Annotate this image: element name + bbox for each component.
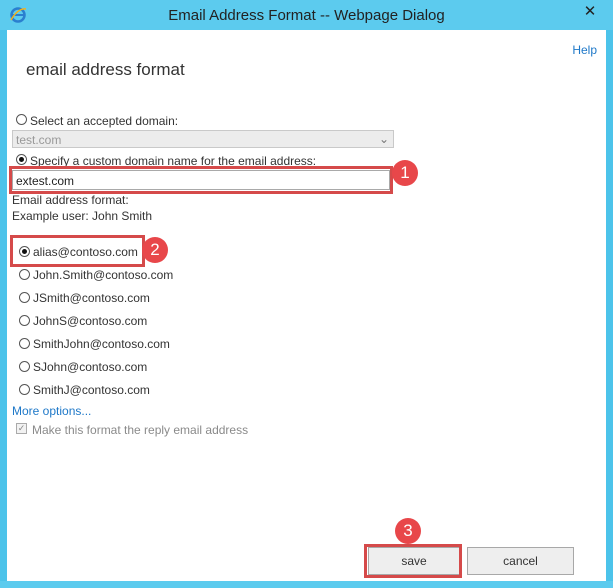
format-label-smithj: SmithJ@contoso.com (33, 383, 150, 397)
highlight-step1 (9, 166, 393, 194)
step-badge-2: 2 (142, 237, 168, 263)
step-badge-3: 3 (395, 518, 421, 544)
step-badge-1: 1 (392, 160, 418, 186)
window-title: Email Address Format -- Webpage Dialog (168, 7, 445, 24)
format-radio-john-smith[interactable] (19, 269, 30, 280)
dialog-content: Help email address format Select an acce… (7, 30, 606, 581)
custom-domain-radio[interactable] (16, 154, 27, 165)
close-icon: ✕ (583, 3, 597, 20)
reply-address-label: Make this format the reply email address (32, 423, 249, 437)
title-bar: Email Address Format -- Webpage Dialog ✕ (0, 0, 613, 30)
format-label-smithjohn: SmithJohn@contoso.com (33, 337, 170, 351)
more-options-link[interactable]: More options... (12, 404, 91, 418)
accepted-domain-select[interactable]: test.com ⌄ (12, 130, 394, 148)
format-radio-smithjohn[interactable] (19, 338, 30, 349)
reply-address-checkbox[interactable]: ✓ (16, 423, 27, 434)
format-radio-sjohn[interactable] (19, 361, 30, 372)
dialog-window: Email Address Format -- Webpage Dialog ✕… (0, 0, 613, 588)
highlight-step3 (364, 544, 462, 578)
format-label-johns: JohnS@contoso.com (33, 314, 148, 328)
accepted-domain-label: Select an accepted domain: (30, 114, 179, 128)
format-label-jsmith: JSmith@contoso.com (33, 291, 150, 305)
format-radio-jsmith[interactable] (19, 292, 30, 303)
format-radio-smithj[interactable] (19, 384, 30, 395)
format-label: Email address format: (12, 193, 129, 207)
close-button[interactable]: ✕ (575, 0, 605, 22)
highlight-step2 (10, 235, 145, 267)
cancel-button[interactable]: cancel (467, 547, 574, 575)
window-bottom-border (0, 581, 613, 588)
accepted-domain-radio[interactable] (16, 114, 27, 125)
format-label-john-smith: John.Smith@contoso.com (33, 268, 174, 282)
example-user: Example user: John Smith (12, 209, 153, 223)
chevron-down-icon: ⌄ (378, 132, 389, 146)
format-label-sjohn: SJohn@contoso.com (33, 360, 148, 374)
format-radio-johns[interactable] (19, 315, 30, 326)
page-title: email address format (26, 60, 185, 79)
help-link[interactable]: Help (572, 43, 597, 57)
accepted-domain-value: test.com (16, 133, 62, 147)
